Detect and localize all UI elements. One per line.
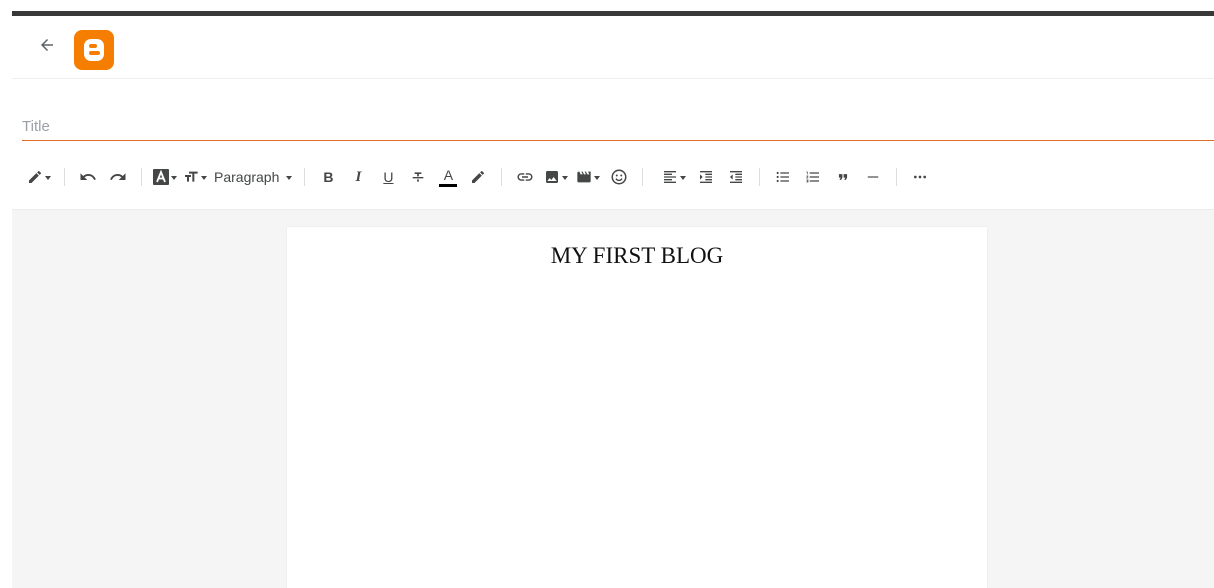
- underline-icon: U: [383, 169, 394, 185]
- outdent-button[interactable]: [721, 162, 751, 192]
- chevron-down-icon: [562, 176, 569, 180]
- toolbar-divider: [896, 168, 898, 186]
- underline-button[interactable]: U: [373, 162, 403, 192]
- numbered-list-button[interactable]: [798, 162, 828, 192]
- title-input[interactable]: [22, 112, 1214, 135]
- editor-toolbar: Paragraph B I U A: [12, 159, 1214, 195]
- redo-icon: [109, 168, 127, 186]
- document-page[interactable]: MY FIRST BLOG: [287, 227, 987, 588]
- font-icon: [153, 169, 169, 185]
- text-color-icon: A: [443, 166, 454, 183]
- toolbar-divider: [64, 168, 65, 186]
- toolbar-divider: [642, 168, 644, 186]
- quote-icon: [836, 170, 850, 184]
- numbered-list-icon: [805, 169, 821, 185]
- pencil-icon: [27, 169, 43, 185]
- bulleted-list-button[interactable]: [768, 162, 798, 192]
- link-icon: [516, 168, 534, 186]
- redo-button[interactable]: [103, 162, 133, 192]
- italic-button[interactable]: I: [343, 162, 373, 192]
- insert-video-button[interactable]: [572, 162, 604, 192]
- indent-icon: [698, 169, 714, 185]
- chevron-down-icon: [680, 176, 687, 180]
- undo-icon: [79, 168, 97, 186]
- chevron-down-icon: [201, 176, 207, 180]
- title-field[interactable]: [22, 112, 1214, 141]
- editor-canvas: MY FIRST BLOG: [12, 209, 1214, 588]
- outdent-icon: [728, 169, 744, 185]
- insert-image-button[interactable]: [540, 162, 572, 192]
- arrow-left-icon: [38, 36, 56, 59]
- bold-icon: B: [323, 169, 334, 185]
- text-color-swatch: [439, 183, 458, 187]
- bold-button[interactable]: B: [313, 162, 343, 192]
- emoji-icon: [610, 168, 628, 186]
- chevron-down-icon: [171, 176, 177, 180]
- chevron-down-icon: [594, 176, 601, 180]
- toolbar-divider: [501, 168, 503, 186]
- chevron-down-icon: [286, 176, 293, 180]
- quote-button[interactable]: [828, 162, 858, 192]
- chevron-down-icon: [45, 176, 51, 180]
- indent-button[interactable]: [691, 162, 721, 192]
- app-header: [12, 16, 1214, 79]
- link-button[interactable]: [510, 162, 540, 192]
- italic-icon: I: [355, 168, 362, 185]
- text-size-button[interactable]: [180, 162, 210, 192]
- align-button[interactable]: [657, 162, 691, 192]
- toolbar-divider: [759, 168, 761, 186]
- document-heading[interactable]: MY FIRST BLOG: [287, 243, 987, 269]
- image-icon: [544, 169, 560, 185]
- align-icon: [662, 169, 678, 185]
- bulleted-list-icon: [775, 169, 791, 185]
- video-icon: [576, 169, 592, 185]
- emoji-button[interactable]: [604, 162, 634, 192]
- font-button[interactable]: [150, 162, 180, 192]
- blogger-logo-icon[interactable]: [74, 30, 114, 70]
- strikethrough-icon: [410, 169, 426, 185]
- compose-mode-button[interactable]: [22, 162, 56, 192]
- undo-button[interactable]: [73, 162, 103, 192]
- more-icon: [912, 169, 928, 185]
- back-button[interactable]: [34, 34, 60, 60]
- toolbar-divider: [141, 168, 142, 186]
- paragraph-style-label: Paragraph: [214, 169, 280, 185]
- highlight-button[interactable]: [463, 162, 493, 192]
- paragraph-style-dropdown[interactable]: Paragraph: [210, 162, 296, 192]
- toolbar-divider: [304, 168, 306, 186]
- strikethrough-button[interactable]: [403, 162, 433, 192]
- highlight-icon: [470, 169, 486, 185]
- more-options-button[interactable]: [905, 162, 935, 192]
- horizontal-rule-button[interactable]: [858, 162, 888, 192]
- text-color-button[interactable]: A: [433, 162, 463, 192]
- text-size-icon: [183, 169, 199, 185]
- horizontal-rule-icon: [866, 170, 880, 184]
